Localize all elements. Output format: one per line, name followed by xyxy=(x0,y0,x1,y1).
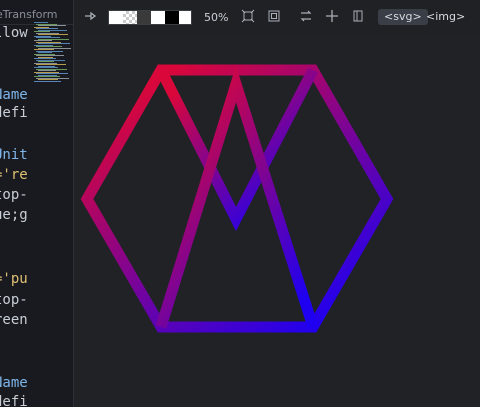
code-line: reen xyxy=(0,312,28,328)
minimap-line xyxy=(34,80,61,82)
code-line: llow xyxy=(0,25,28,41)
logo-mark xyxy=(80,64,394,333)
code-line: ue;g xyxy=(0,207,28,223)
swatch-dark[interactable] xyxy=(137,11,151,24)
swatch-white[interactable] xyxy=(109,11,123,24)
preview-canvas[interactable] xyxy=(74,34,480,407)
preview-toolbar: 50% <svg> <img> xyxy=(74,0,480,34)
swatch-white-2[interactable] xyxy=(151,11,165,24)
swatch-checker[interactable] xyxy=(123,11,137,24)
code-line: Unit xyxy=(0,147,28,163)
actual-size-icon[interactable] xyxy=(266,9,282,25)
panel-icon[interactable] xyxy=(350,9,366,25)
pin-icon[interactable] xyxy=(82,9,98,25)
svg-preview xyxy=(80,64,394,333)
code-editor-pane[interactable]: nateTransform llow Name defi Unit ='re t… xyxy=(0,0,74,407)
code-lines[interactable]: llow Name defi Unit ='re top- ue;g ='pu … xyxy=(0,0,30,407)
logo-hexagon xyxy=(80,64,394,333)
code-line: top- xyxy=(0,292,28,308)
code-line: Name xyxy=(0,87,28,103)
code-line: ='re xyxy=(0,167,28,183)
swap-icon[interactable] xyxy=(298,9,314,25)
fit-icon[interactable] xyxy=(240,9,256,25)
zoom-level[interactable]: 50% xyxy=(204,11,228,24)
code-line: top- xyxy=(0,187,28,203)
code-line: defi xyxy=(0,394,28,407)
code-line: Name xyxy=(0,375,28,391)
code-line: ='pu xyxy=(0,271,28,287)
plus-icon[interactable] xyxy=(324,9,340,25)
background-swatches[interactable] xyxy=(108,10,192,25)
editor-minimap[interactable] xyxy=(30,22,72,407)
swatch-white-3[interactable] xyxy=(179,11,191,24)
code-line: defi xyxy=(0,105,28,121)
swatch-black[interactable] xyxy=(165,11,179,24)
tab-img[interactable]: <img> xyxy=(420,9,471,25)
